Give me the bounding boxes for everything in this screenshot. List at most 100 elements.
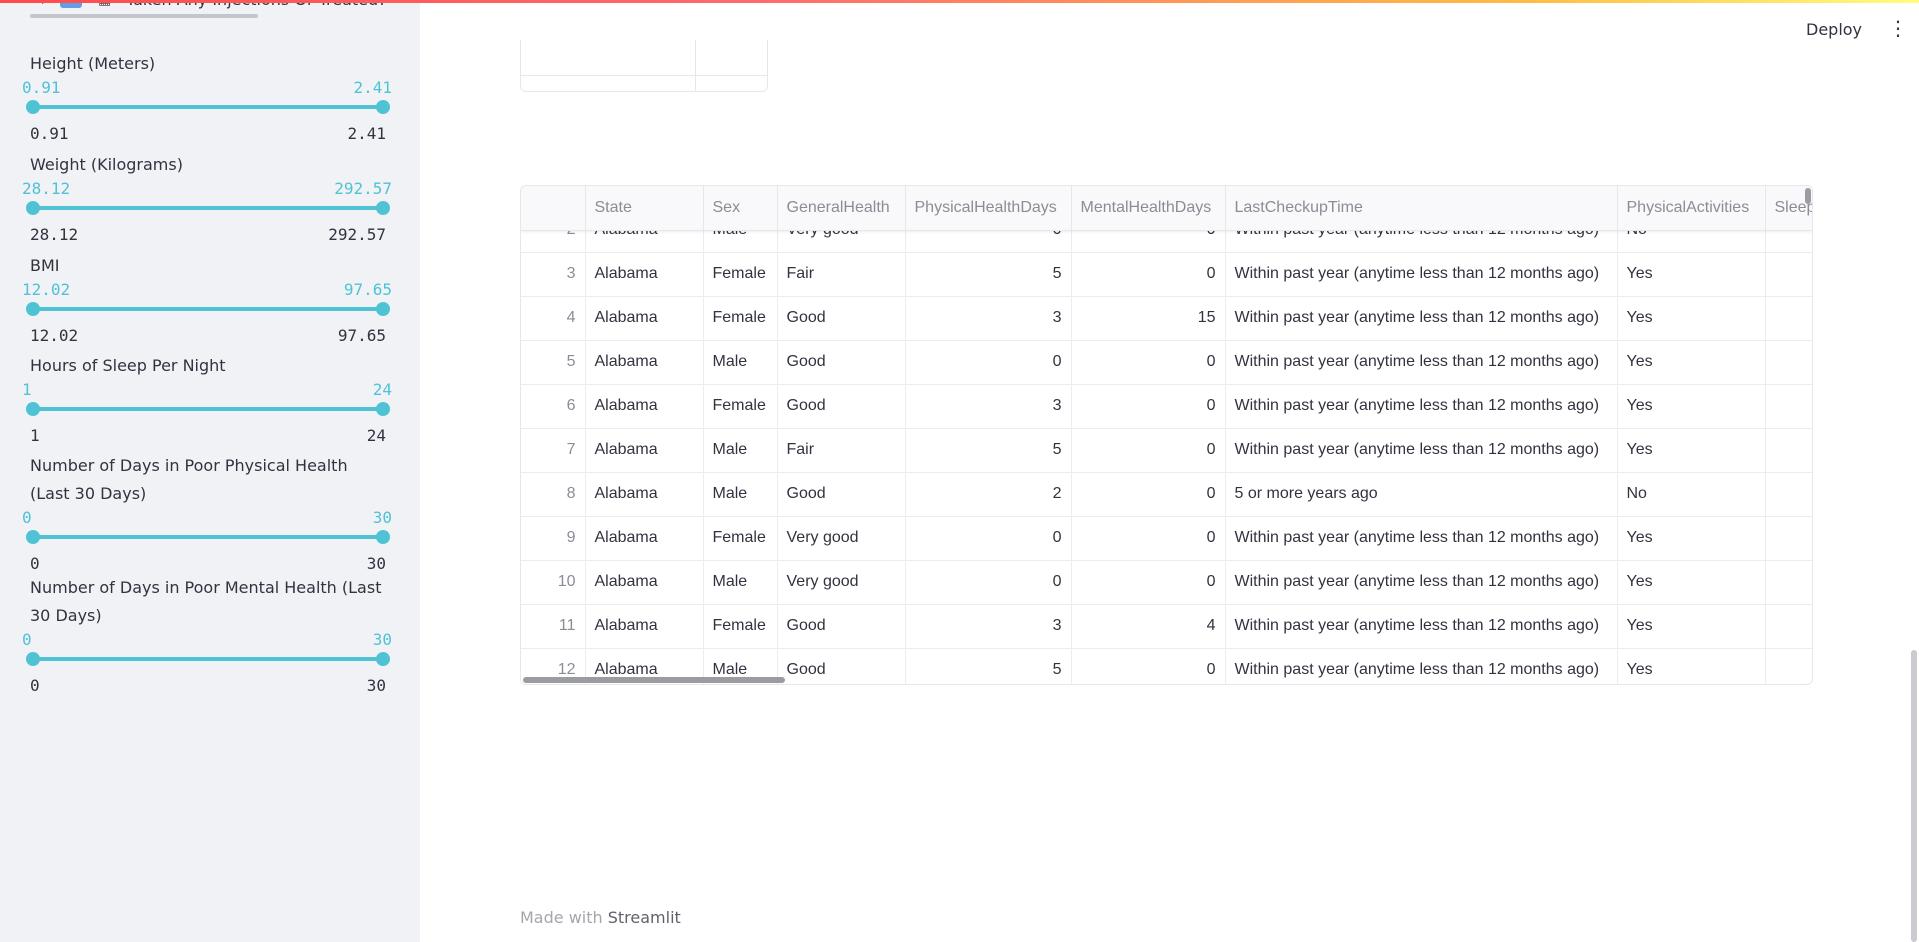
table-cell[interactable]: Good	[777, 340, 906, 385]
slider-track[interactable]	[26, 652, 390, 666]
table-row[interactable]: 4 Alabama Female Good 3 15 Within past year (a…	[521, 296, 1812, 341]
table-row[interactable]: 9 Alabama Female Very good 0 0 Within past yea…	[521, 516, 1812, 561]
slider-low-handle[interactable]	[26, 201, 40, 215]
table-row[interactable]: 11 Alabama Female Good 3 4 Within past year (a…	[521, 604, 1812, 649]
slider-low-handle[interactable]	[26, 652, 40, 666]
table-cell[interactable]: Female	[703, 604, 778, 649]
slider-high-handle[interactable]	[376, 100, 390, 114]
row-index[interactable]: 3	[521, 252, 586, 297]
data-table[interactable]: State Sex GeneralHealth PhysicalHealthDays M…	[520, 185, 1813, 685]
slider-low-handle[interactable]	[26, 100, 40, 114]
table-cell[interactable]: Good	[777, 296, 906, 341]
table-cell[interactable]	[1765, 340, 1812, 385]
table-cell[interactable]: Fair	[777, 428, 906, 473]
table-cell[interactable]: Within past year (anytime less than 12 m…	[1225, 252, 1618, 297]
table-cell[interactable]	[1765, 428, 1812, 473]
range-slider[interactable]: Hours of Sleep Per Night 1 24 1 24	[22, 356, 392, 452]
slider-high-handle[interactable]	[376, 402, 390, 416]
table-cell[interactable]: Male	[703, 428, 778, 473]
row-index[interactable]: 7	[521, 428, 586, 473]
table-cell[interactable]: Yes	[1617, 296, 1766, 341]
slider-track[interactable]	[26, 201, 390, 215]
table-cell[interactable]	[1765, 296, 1812, 341]
table-cell[interactable]: Male	[703, 472, 778, 517]
table-cell[interactable]: Within past year (anytime less than 12 m…	[1225, 648, 1618, 684]
table-row[interactable]: 8 Alabama Male Good 2 0 5 or more years ago No	[521, 472, 1812, 517]
range-slider[interactable]: Number of Days in Poor Physical Health (…	[22, 456, 392, 580]
table-row[interactable]: 10 Alabama Male Very good 0 0 Within past year…	[521, 560, 1812, 605]
column-header[interactable]: GeneralHealth	[777, 186, 906, 231]
column-header[interactable]	[521, 186, 586, 231]
table-cell[interactable]: 0	[1071, 384, 1226, 429]
deploy-button[interactable]: Deploy	[1806, 20, 1862, 39]
table-cell[interactable]: Yes	[1617, 604, 1766, 649]
table-cell[interactable]: No	[1617, 472, 1766, 517]
table-row[interactable]: 6 Alabama Female Good 3 0 Within past year (an…	[521, 384, 1812, 429]
slider-high-handle[interactable]	[376, 201, 390, 215]
table-cell[interactable]: Yes	[1617, 516, 1766, 561]
table-cell[interactable]: Within past year (anytime less than 12 m…	[1225, 604, 1618, 649]
table-cell[interactable]: 3	[905, 296, 1072, 341]
table-cell[interactable]: Good	[777, 472, 906, 517]
horizontal-scrollbar[interactable]	[523, 677, 785, 683]
slider-track[interactable]	[26, 530, 390, 544]
slider-high-handle[interactable]	[376, 530, 390, 544]
table-cell[interactable]: 5	[905, 252, 1072, 297]
table-row[interactable]: 5 Alabama Male Good 0 0 Within past year (anyt…	[521, 340, 1812, 385]
table-cell[interactable]: Alabama	[585, 340, 704, 385]
row-index[interactable]: 10	[521, 560, 586, 605]
table-cell[interactable]: Male	[703, 340, 778, 385]
table-cell[interactable]: Female	[703, 252, 778, 297]
slider-track[interactable]	[26, 302, 390, 316]
range-slider[interactable]: Height (Meters) 0.91 2.41 0.91 2.41	[22, 54, 392, 150]
table-cell[interactable]: Alabama	[585, 296, 704, 341]
table-cell[interactable]: Female	[703, 296, 778, 341]
table-cell[interactable]: Within past year (anytime less than 12 m…	[1225, 516, 1618, 561]
table-cell[interactable]	[1765, 560, 1812, 605]
column-header[interactable]: PhysicalActivities	[1617, 186, 1766, 231]
table-cell[interactable]: Within past year (anytime less than 12 m…	[1225, 340, 1618, 385]
table-cell[interactable]: 2	[905, 472, 1072, 517]
table-cell[interactable]	[1765, 472, 1812, 517]
slider-low-handle[interactable]	[26, 402, 40, 416]
kebab-menu-icon[interactable]: ⋮	[1888, 18, 1908, 38]
column-header[interactable]: LastCheckupTime	[1225, 186, 1618, 231]
table-cell[interactable]: 0	[1071, 428, 1226, 473]
table-cell[interactable]: 3	[905, 384, 1072, 429]
slider-low-handle[interactable]	[26, 530, 40, 544]
range-slider[interactable]: BMI 12.02 97.65 12.02 97.65	[22, 256, 392, 352]
table-cell[interactable]: Very good	[777, 516, 906, 561]
table-cell[interactable]: Yes	[1617, 560, 1766, 605]
table-cell[interactable]: Alabama	[585, 384, 704, 429]
table-cell[interactable]: Yes	[1617, 340, 1766, 385]
table-cell[interactable]: Good	[777, 384, 906, 429]
table-cell[interactable]: Female	[703, 516, 778, 561]
table-cell[interactable]: Good	[777, 648, 906, 684]
table-cell[interactable]: Yes	[1617, 252, 1766, 297]
row-index[interactable]: 9	[521, 516, 586, 561]
table-cell[interactable]: 0	[1071, 340, 1226, 385]
table-cell[interactable]: Alabama	[585, 472, 704, 517]
page-scrollbar[interactable]	[1911, 650, 1917, 942]
table-cell[interactable]: 0	[1071, 252, 1226, 297]
table-cell[interactable]: Fair	[777, 252, 906, 297]
table-cell[interactable]: 0	[1071, 516, 1226, 561]
table-cell[interactable]: 0	[1071, 472, 1226, 517]
slider-low-handle[interactable]	[26, 302, 40, 316]
range-slider[interactable]: Number of Days in Poor Mental Health (La…	[22, 578, 392, 702]
range-slider[interactable]: Weight (Kilograms) 28.12 292.57 28.12 292.57	[22, 155, 392, 251]
table-cell[interactable]: Very good	[777, 560, 906, 605]
table-cell[interactable]: 5 or more years ago	[1225, 472, 1618, 517]
table-cell[interactable]: Within past year (anytime less than 12 m…	[1225, 296, 1618, 341]
table-cell[interactable]: Alabama	[585, 560, 704, 605]
table-cell[interactable]: Alabama	[585, 604, 704, 649]
slider-track[interactable]	[26, 402, 390, 416]
column-header[interactable]: Sex	[703, 186, 778, 231]
table-cell[interactable]: Female	[703, 384, 778, 429]
table-cell[interactable]: Alabama	[585, 428, 704, 473]
table-cell[interactable]: Within past year (anytime less than 12 m…	[1225, 428, 1618, 473]
sidebar-expander-item[interactable]: ▸ ▦ Taken Any Injections Or Treated?	[30, 0, 387, 22]
table-cell[interactable]: 0	[1071, 560, 1226, 605]
table-cell[interactable]: 0	[905, 516, 1072, 561]
table-cell[interactable]: Within past year (anytime less than 12 m…	[1225, 560, 1618, 605]
